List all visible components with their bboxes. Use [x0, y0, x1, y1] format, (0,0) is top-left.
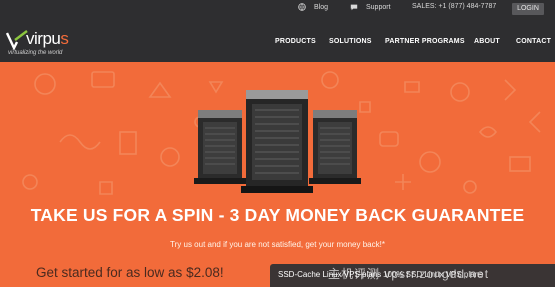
nav-item-partner-programs[interactable]: PARTNER PROGRAMS — [385, 38, 465, 45]
hero-headline: TAKE US FOR A SPIN - 3 DAY MONEY BACK GU… — [30, 205, 525, 225]
sales-phone: SALES: +1 (877) 484-7787 — [412, 3, 496, 10]
server-center — [241, 90, 313, 193]
blog-label: Blog — [314, 3, 329, 11]
server-left — [194, 110, 246, 184]
nav-item-contact[interactable]: CONTACT — [516, 38, 551, 45]
price-prefix: Get started for as low as — [36, 265, 187, 280]
server-right — [309, 110, 361, 184]
price-line: Get started for as low as $2.08! — [36, 265, 224, 280]
sales-label: SALES: +1 (877) 484-7787 — [412, 3, 497, 10]
watermark-text: 主机评测 vpsrr.zongdd.net — [328, 267, 490, 281]
support-label: Support — [366, 3, 391, 11]
logo-tagline: virtualizing the world — [8, 50, 63, 56]
top-bar: Blog Support SALES: +1 (877) 484-7787 LO… — [0, 0, 555, 18]
support-icon — [350, 4, 358, 11]
login-button[interactable]: LOGIN — [512, 3, 544, 15]
virpus-logo[interactable]: virpus virtualizing the world — [6, 28, 98, 58]
nav-item-solutions[interactable]: SOLUTIONS — [329, 38, 372, 45]
logo-wordmark: virpus — [26, 29, 69, 48]
nav-item-products[interactable]: PRODUCTS — [275, 38, 316, 45]
blog-link[interactable]: Blog — [298, 3, 328, 11]
support-link[interactable]: Support — [350, 3, 391, 11]
price-value: $2.08! — [186, 265, 224, 280]
promo-bar[interactable]: SSD-Cache Linux VPS plans 100% SSD Linux… — [270, 264, 555, 287]
site-header: Blog Support SALES: +1 (877) 484-7787 LO… — [0, 0, 555, 62]
globe-icon — [298, 3, 306, 11]
hero-icon-pattern — [22, 71, 541, 195]
hero-subline: Try us out and if you are not satisfied,… — [170, 240, 385, 249]
hero-banner: TAKE US FOR A SPIN - 3 DAY MONEY BACK GU… — [0, 62, 555, 287]
logo-mark-icon — [6, 30, 28, 50]
nav-item-about[interactable]: ABOUT — [474, 38, 500, 45]
